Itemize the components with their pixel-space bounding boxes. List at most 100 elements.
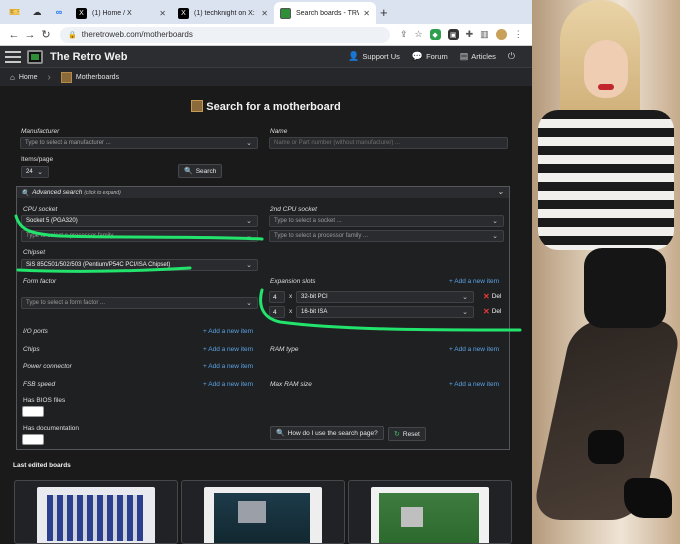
breadcrumb-separator-icon: › bbox=[47, 71, 51, 83]
multiply-sign: x bbox=[289, 308, 293, 315]
search-button-label: Search bbox=[195, 167, 217, 175]
new-tab-button[interactable]: + bbox=[380, 5, 388, 20]
advanced-search-hint: (click to expand) bbox=[84, 189, 121, 196]
add-new-item-label: Add a new item bbox=[454, 381, 500, 388]
page-content: Search for a motherboard Manufacturer Ty… bbox=[0, 86, 532, 544]
items-per-page-select[interactable]: 24 ⌄ bbox=[21, 166, 49, 178]
help-button[interactable]: 🔍 How do I use the search page? bbox=[270, 426, 384, 440]
puzzle-icon[interactable]: ✚ bbox=[466, 29, 474, 40]
pinned-tab-meta[interactable]: ∞ bbox=[48, 3, 70, 21]
profile-avatar[interactable] bbox=[495, 29, 507, 40]
sidebar-icon[interactable]: ▥ bbox=[480, 29, 489, 40]
hamburger-menu-icon[interactable] bbox=[5, 50, 21, 63]
pinned-tab-ticket[interactable]: 🎫 bbox=[4, 3, 26, 21]
second-processor-family-select[interactable]: Type to select a processor family ... ⌄ bbox=[269, 230, 504, 242]
add-max-ram-button[interactable]: + Add a new item bbox=[449, 381, 499, 388]
manufacturer-select[interactable]: Type to select a manufacturer ... ⌄ bbox=[20, 137, 258, 149]
form-factor-placeholder: Type to select a form factor ... bbox=[26, 300, 106, 306]
board-card[interactable] bbox=[181, 480, 345, 544]
back-icon[interactable]: ← bbox=[6, 29, 22, 41]
header-links: 👤 Support Us 💬 Forum ▤ Articles ⏻ bbox=[348, 51, 518, 62]
processor-family-select[interactable]: Type to select a processor family ... ⌄ bbox=[21, 230, 258, 242]
processor-family-placeholder: Type to select a processor family ... bbox=[26, 233, 121, 239]
chevron-down-icon: ⌄ bbox=[246, 233, 252, 240]
has-doc-toggle[interactable] bbox=[22, 434, 44, 445]
chevron-down-icon: ⌄ bbox=[246, 300, 252, 307]
tab-search-boards[interactable]: Search boards - TRW ✕ bbox=[274, 2, 376, 24]
add-new-item-label: Add a new item bbox=[208, 346, 254, 353]
add-fsb-speed-button[interactable]: + Add a new item bbox=[203, 381, 253, 388]
add-io-port-button[interactable]: + Add a new item bbox=[203, 328, 253, 335]
manufacturer-label: Manufacturer bbox=[21, 128, 60, 135]
advanced-search-header[interactable]: 🔍 Advanced search (click to expand) ⌄ bbox=[17, 187, 509, 198]
board-card[interactable] bbox=[348, 480, 512, 544]
slot-qty-field[interactable]: 4 bbox=[269, 291, 285, 303]
slot-qty-field[interactable]: 4 bbox=[269, 306, 285, 318]
add-expansion-slot-button[interactable]: + Add a new item bbox=[449, 278, 499, 285]
slot-type-value: 16-bit ISA bbox=[301, 309, 328, 315]
delete-slot-button[interactable]: ✕ Del bbox=[483, 307, 501, 316]
add-new-item-label: Add a new item bbox=[208, 363, 254, 370]
chevron-down-icon: ⌄ bbox=[37, 169, 43, 176]
cpu-socket-select[interactable]: Socket 5 (PGA320) ⌄ bbox=[21, 215, 258, 227]
reset-button-label: Reset bbox=[402, 430, 420, 438]
power-icon[interactable]: ⏻ bbox=[508, 51, 515, 62]
slot-type-select[interactable]: 16-bit ISA ⌄ bbox=[296, 306, 474, 318]
board-card[interactable] bbox=[14, 480, 178, 544]
chevron-down-icon: ⌄ bbox=[497, 187, 504, 196]
star-icon[interactable]: ☆ bbox=[415, 29, 423, 40]
shield-extension-icon[interactable]: ◆ bbox=[429, 29, 441, 40]
add-chip-button[interactable]: + Add a new item bbox=[203, 346, 253, 353]
close-tab-icon[interactable]: ✕ bbox=[261, 9, 268, 18]
add-ram-type-button[interactable]: + Add a new item bbox=[449, 346, 499, 353]
motherboard-icon bbox=[191, 100, 204, 112]
breadcrumb: ⌂ Home › Motherboards bbox=[0, 68, 532, 86]
forum-link[interactable]: 💬 Forum bbox=[412, 51, 448, 62]
tab-techknight-x[interactable]: X (1) techknight on X: "C ✕ bbox=[172, 2, 274, 24]
forward-icon[interactable]: → bbox=[22, 29, 38, 41]
chipset-value: SiS 85C501/502/503 (Pentium/P54C PCI/ISA… bbox=[26, 262, 171, 268]
board-image bbox=[37, 487, 155, 543]
reset-button[interactable]: ↻ Reset bbox=[388, 427, 426, 441]
chipset-select[interactable]: SiS 85C501/502/503 (Pentium/P54C PCI/ISA… bbox=[21, 259, 258, 271]
lock-icon: 🔒 bbox=[68, 31, 77, 39]
reload-icon[interactable]: ↻ bbox=[38, 28, 54, 41]
extension-badge-icon[interactable]: ▣ bbox=[447, 29, 459, 40]
slot-qty-value: 4 bbox=[273, 308, 277, 316]
pinned-tab-cloud[interactable]: ☁ bbox=[26, 3, 48, 21]
second-socket-select[interactable]: Type to select a socket ... ⌄ bbox=[269, 215, 504, 227]
cpu-socket-value: Socket 5 (PGA320) bbox=[26, 218, 78, 224]
reset-icon: ↻ bbox=[394, 431, 400, 438]
has-bios-toggle[interactable] bbox=[22, 406, 44, 417]
retro-web-logo[interactable] bbox=[27, 49, 43, 64]
share-icon[interactable]: ⇪ bbox=[400, 29, 408, 40]
meta-icon: ∞ bbox=[55, 7, 63, 17]
black-handbag bbox=[584, 248, 666, 328]
breadcrumb-motherboards[interactable]: Motherboards bbox=[76, 74, 119, 81]
support-us-link[interactable]: 👤 Support Us bbox=[348, 51, 400, 62]
slot-type-select[interactable]: 32-bit PCI ⌄ bbox=[296, 291, 474, 303]
close-tab-icon[interactable]: ✕ bbox=[363, 9, 370, 18]
multiply-sign: x bbox=[289, 293, 293, 300]
menu-dots-icon[interactable]: ⋮ bbox=[514, 29, 523, 40]
ticket-icon: 🎫 bbox=[9, 6, 21, 17]
name-input[interactable]: Name or Part number (without manufacture… bbox=[269, 137, 508, 149]
tab-home-x[interactable]: X (1) Home / X ✕ bbox=[70, 2, 172, 24]
chipset-label: Chipset bbox=[23, 249, 46, 256]
site-name[interactable]: The Retro Web bbox=[50, 51, 127, 63]
power-connector-label: Power connector bbox=[23, 363, 72, 370]
form-factor-select[interactable]: Type to select a form factor ... ⌄ bbox=[21, 297, 258, 309]
add-power-connector-button[interactable]: + Add a new item bbox=[203, 363, 253, 370]
black-shoe bbox=[588, 430, 624, 464]
add-new-item-label: Add a new item bbox=[208, 328, 254, 335]
close-tab-icon[interactable]: ✕ bbox=[159, 9, 166, 18]
articles-link[interactable]: ▤ Articles bbox=[460, 51, 496, 62]
advanced-search-panel: 🔍 Advanced search (click to expand) ⌄ CP… bbox=[16, 186, 510, 450]
search-icon: 🔍 bbox=[276, 430, 285, 437]
url-field[interactable]: 🔒 theretroweb.com/motherboards bbox=[60, 26, 390, 43]
page-title-text: Search for a motherboard bbox=[206, 101, 341, 113]
breadcrumb-home[interactable]: Home bbox=[19, 74, 38, 81]
delete-slot-button[interactable]: ✕ Del bbox=[483, 292, 501, 301]
search-button[interactable]: 🔍 Search bbox=[178, 164, 223, 178]
side-photo bbox=[532, 0, 680, 544]
